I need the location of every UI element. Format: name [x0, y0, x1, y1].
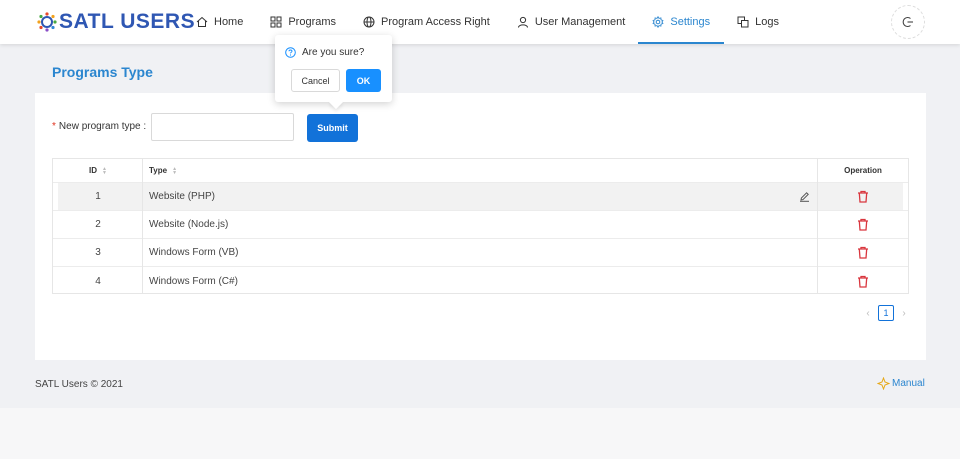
cell-id: 3	[95, 247, 101, 258]
column-header-id[interactable]: ID ▲ ▼	[53, 159, 143, 182]
confirm-message-text: Are you sure?	[302, 47, 365, 58]
cell-operation	[818, 239, 908, 266]
logout-button[interactable]	[891, 5, 925, 39]
delete-icon[interactable]	[857, 275, 869, 288]
column-header-id-label: ID	[89, 166, 98, 175]
nav-logs[interactable]: Logs	[737, 0, 779, 44]
column-header-type-label: Type	[149, 166, 168, 175]
prev-page-button[interactable]: ‹	[861, 308, 875, 319]
next-page-button[interactable]: ›	[897, 308, 911, 319]
delete-icon[interactable]	[857, 218, 869, 231]
logout-icon	[902, 16, 913, 28]
copy-icon	[737, 16, 749, 28]
cell-operation	[818, 183, 908, 210]
cell-operation	[818, 211, 908, 238]
nav-user-management[interactable]: User Management	[517, 0, 626, 44]
column-header-type[interactable]: Type ▲ ▼	[143, 159, 818, 182]
nav-logs-label: Logs	[755, 16, 779, 28]
logo-gear-icon	[36, 11, 58, 33]
footer-copyright: SATL Users © 2021	[35, 379, 123, 390]
page-title: Programs Type	[52, 64, 153, 80]
delete-icon[interactable]	[857, 190, 869, 203]
nav-home-label: Home	[214, 16, 244, 28]
cell-id: 1	[95, 191, 101, 202]
gear-icon	[652, 16, 664, 28]
nav-settings-label: Settings	[670, 16, 711, 28]
grid-icon	[270, 16, 282, 28]
table-row[interactable]: 2 Website (Node.js)	[53, 211, 908, 239]
nav-user-management-label: User Management	[534, 16, 626, 28]
ok-button[interactable]: OK	[346, 69, 381, 92]
edit-icon[interactable]	[799, 191, 810, 202]
nav-settings[interactable]: Settings	[638, 0, 724, 44]
top-navbar: SATL USERS Home Programs Program Access …	[0, 0, 960, 44]
delete-icon[interactable]	[857, 246, 869, 259]
table-header-row: ID ▲ ▼ Type ▲ ▼ Operation	[53, 159, 908, 183]
cell-operation	[818, 267, 908, 295]
programs-type-table: ID ▲ ▼ Type ▲ ▼ Operation 1 Website (PHP) …	[52, 158, 909, 294]
user-icon	[517, 16, 528, 28]
programs-type-card: * New program type : Submit ID ▲ ▼ Type ▲ ▼…	[35, 93, 926, 360]
nav-programs-label: Programs	[288, 16, 337, 28]
cell-type: Windows Form (VB)	[149, 247, 239, 258]
confirm-message: Are you sure?	[285, 47, 364, 58]
app-logo[interactable]: SATL USERS	[36, 9, 195, 35]
manual-link-label: Manual	[892, 378, 925, 389]
cell-id: 4	[95, 275, 101, 287]
home-icon	[196, 16, 208, 27]
nav-home[interactable]: Home	[196, 0, 243, 44]
delete-confirm-popover: Are you sure? Cancel OK	[275, 35, 392, 102]
cell-type: Website (Node.js)	[149, 219, 229, 230]
nav-program-access-right-label: Program Access Right	[381, 16, 490, 28]
table-row[interactable]: 3 Windows Form (VB)	[53, 239, 908, 267]
pagination: ‹ 1 ›	[861, 305, 911, 321]
cancel-button[interactable]: Cancel	[291, 69, 340, 92]
column-header-operation: Operation	[818, 159, 908, 182]
column-header-operation-label: Operation	[844, 166, 882, 175]
sort-icon[interactable]: ▲ ▼	[172, 166, 177, 175]
question-circle-icon	[285, 47, 296, 58]
sparkle-icon	[877, 377, 890, 390]
sort-icon[interactable]: ▲ ▼	[102, 166, 107, 175]
column-divider	[142, 159, 143, 293]
column-divider	[817, 159, 818, 293]
cell-type: Windows Form (C#)	[149, 275, 238, 287]
new-program-type-input[interactable]	[151, 113, 294, 141]
submit-button[interactable]: Submit	[307, 114, 358, 142]
manual-link[interactable]: Manual	[877, 377, 925, 390]
new-program-type-label: * New program type :	[52, 121, 146, 132]
logo-text: SATL USERS	[59, 10, 196, 33]
new-program-type-label-text: New program type :	[58, 121, 147, 132]
table-row[interactable]: 4 Windows Form (C#)	[53, 267, 908, 295]
table-row[interactable]: 1 Website (PHP)	[53, 183, 908, 211]
globe-icon	[363, 16, 375, 28]
page-number-button[interactable]: 1	[878, 305, 894, 321]
required-mark: *	[52, 121, 56, 132]
cell-id: 2	[95, 219, 101, 230]
cell-type: Website (PHP)	[149, 191, 215, 202]
